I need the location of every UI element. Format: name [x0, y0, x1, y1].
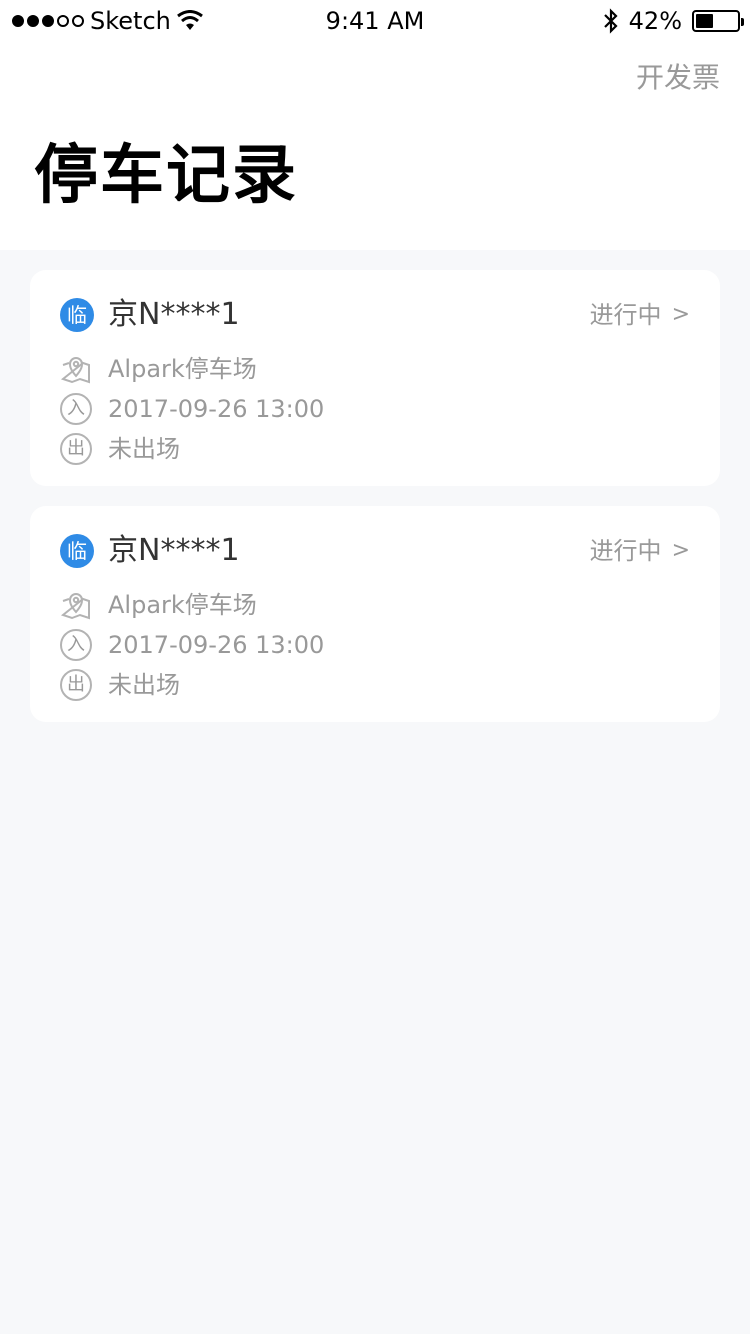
entry-time: 2017-09-26 13:00: [108, 631, 325, 659]
status-bar: Sketch 9:41 AM 42%: [0, 0, 750, 40]
header: Sketch 9:41 AM 42% 开发票 停车记录: [0, 0, 750, 250]
license-plate: 京N****1: [108, 297, 240, 332]
entry-time-row: 入 2017-09-26 13:00: [60, 392, 324, 426]
entry-time: 2017-09-26 13:00: [108, 395, 325, 423]
exit-status-row: 出 未出场: [60, 432, 180, 466]
temporary-badge: 临: [60, 534, 94, 568]
parking-lot-name: Alpark停车场: [108, 355, 257, 383]
parking-record-card[interactable]: 临 京N****1 进行中 > Alpark停车场 入 2017-09-26 1…: [30, 270, 720, 486]
chevron-right-icon: >: [671, 302, 690, 327]
exit-status: 未出场: [108, 435, 180, 463]
exit-status-row: 出 未出场: [60, 668, 180, 702]
battery-percent: 42%: [628, 7, 682, 35]
page-title: 停车记录: [34, 139, 298, 213]
license-plate: 京N****1: [108, 533, 240, 568]
record-status[interactable]: 进行中 >: [590, 294, 690, 336]
battery-icon: [692, 10, 744, 32]
parking-record-card[interactable]: 临 京N****1 进行中 > Alpark停车场 入 2017-09-26 1…: [30, 506, 720, 722]
temporary-badge: 临: [60, 298, 94, 332]
record-status-label: 进行中: [589, 301, 662, 329]
exit-status: 未出场: [108, 671, 180, 699]
map-pin-icon: [60, 357, 90, 384]
invoice-button[interactable]: 开发票: [636, 58, 720, 98]
battery-level-fill: [696, 14, 713, 28]
parking-lot-name: Alpark停车场: [108, 591, 257, 619]
map-pin-icon: [60, 593, 90, 620]
exit-icon: 出: [60, 669, 92, 701]
status-right: 42%: [603, 6, 744, 36]
entry-icon: 入: [60, 393, 92, 425]
bluetooth-icon: [603, 8, 618, 34]
entry-icon: 入: [60, 629, 92, 661]
record-status[interactable]: 进行中 >: [590, 530, 690, 572]
entry-time-row: 入 2017-09-26 13:00: [60, 628, 324, 662]
parking-lot-row: Alpark停车场: [60, 352, 257, 386]
parking-record-list: 临 京N****1 进行中 > Alpark停车场 入 2017-09-26 1…: [30, 270, 720, 742]
record-status-label: 进行中: [589, 537, 662, 565]
parking-lot-row: Alpark停车场: [60, 588, 257, 622]
chevron-right-icon: >: [671, 538, 690, 563]
app-screen: Sketch 9:41 AM 42% 开发票 停车记录 临 京N****1 进行…: [0, 0, 750, 1334]
exit-icon: 出: [60, 433, 92, 465]
